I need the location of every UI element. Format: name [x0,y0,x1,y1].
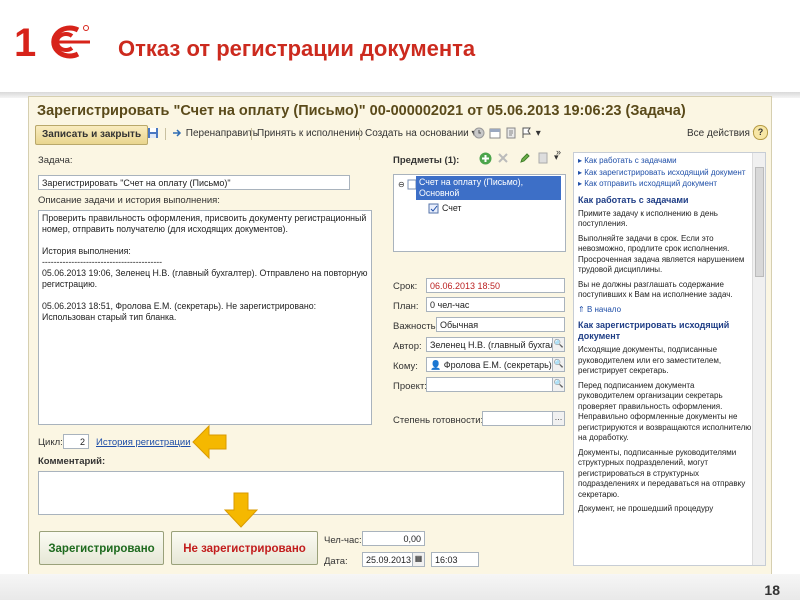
task-field[interactable]: Зарегистрировать "Счет на оплату (Письмо… [38,175,350,190]
help-content: ▸ Как работать с задачами ▸ Как зарегист… [578,156,752,519]
toolbar-separator [359,128,360,140]
toolbar-separator [165,128,166,140]
accept-button[interactable]: Принять к исполнению [257,125,363,143]
project-label: Проект: [393,381,427,392]
project-field[interactable]: 🔍 [426,377,565,392]
hours-label: Чел-час: [324,535,362,546]
hours-field[interactable]: 0,00 [362,531,425,546]
save-icon[interactable] [147,125,159,143]
help-scrollbar[interactable] [752,153,765,565]
ellipsis-icon[interactable]: … [552,412,564,425]
deadline-label: Срок: [393,281,418,292]
date-value: 25.09.2013 [366,555,412,565]
svg-text:1: 1 [14,21,36,64]
deadline-field[interactable]: 06.06.2013 18:50 [426,278,565,293]
cycle-label: Цикл: [38,437,63,448]
create-based-menu[interactable]: Создать на основании ▾ [365,125,477,143]
plan-label: План: [393,301,419,312]
edit-icon[interactable] [519,152,531,167]
redirect-icon [173,129,182,137]
importance-label: Важность: [393,321,439,332]
calendar-icon[interactable] [489,125,501,143]
help-paragraph: Документы, подписанные руководителями ст… [578,447,746,499]
slide-title: Отказ от регистрации документа [118,36,476,61]
task-label: Задача: [38,155,73,166]
toolbar: Записать и закрыть Перенаправить Принять… [35,125,768,145]
description-textarea[interactable]: Проверить правильность оформления, присв… [38,210,372,425]
calendar-icon[interactable]: ▦ [412,553,424,566]
help-paragraph: Перед подписанием документа руководителе… [578,380,752,443]
subject-child-item[interactable]: Счет [442,203,461,213]
subject-item[interactable]: Счет на оплату (Письмо), Основной [416,176,561,200]
search-icon[interactable]: 🔍 [552,338,564,351]
help-button[interactable]: ? [753,125,768,140]
subjects-tree: ⊖ Счет на оплату (Письмо), Основной Счет [393,174,566,252]
window-title: Зарегистрировать "Счет на оплату (Письмо… [37,103,686,119]
registration-history-link[interactable]: История регистрации [96,437,191,448]
user-icon: 👤 [430,360,442,370]
search-icon[interactable]: 🔍 [552,378,564,391]
1c-logo: 1 [14,21,90,64]
chevron-right-icon[interactable]: » [556,147,561,157]
scrollbar-thumb[interactable] [755,167,764,277]
to-start-link[interactable]: ⇑ В начало [578,305,752,316]
date-label: Дата: [324,556,348,567]
flag-icon[interactable]: ▾ [521,125,541,143]
collapse-icon[interactable]: ⊖ [398,180,405,189]
save-close-button[interactable]: Записать и закрыть [35,125,149,145]
page-number: 18 [764,582,780,598]
author-field[interactable]: Зеленец Н.В. (главный бухгалт 🔍 [426,337,565,352]
slide-header: 1 Отказ от регистрации документа [0,0,800,98]
task-state-icon[interactable] [473,125,485,143]
all-actions-label: Все действия [687,128,750,139]
help-heading: Как работать с задачами [578,194,689,205]
comment-label: Комментарий: [38,456,106,467]
help-paragraph: Исходящие документы, подписанные руковод… [578,345,722,375]
author-label: Автор: [393,341,422,352]
time-field[interactable]: 16:03 [431,552,479,567]
to-label: Кому: [393,361,418,372]
to-value: Фролова Е.М. (секретарь) [443,360,552,370]
left-arrow-icon [192,424,227,460]
help-panel: ▸ Как работать с задачами ▸ Как зарегист… [573,152,766,566]
not-registered-button[interactable]: Не зарегистрировано [171,531,318,565]
redirect-label: Перенаправить [185,128,258,139]
date-field[interactable]: 25.09.2013 ▦ [362,552,425,567]
add-subject-icon[interactable] [479,152,492,168]
file-icon [428,203,439,217]
attachment-icon[interactable] [505,125,517,143]
help-paragraph: Вы не должны разглашать содержание посту… [578,279,733,300]
toolbar-separator [251,128,252,140]
plan-field[interactable]: 0 чел-час [426,297,565,312]
all-actions-menu[interactable]: Все действия ▾ [687,125,758,143]
author-value: Зеленец Н.В. (главный бухгалт [430,340,560,350]
help-link[interactable]: ▸ Как зарегистрировать исходящий докумен… [578,168,752,179]
readiness-label: Степень готовности: [393,415,484,426]
comment-textarea[interactable] [38,471,564,515]
cycle-field[interactable]: 2 [63,434,89,449]
readiness-field[interactable]: … [482,411,565,426]
description-label: Описание задачи и история выполнения: [38,195,220,206]
help-paragraph: Примите задачу к исполнению в день посту… [578,208,718,229]
create-based-label: Создать на основании [365,128,469,139]
subjects-label: Предметы (1): [393,155,460,166]
importance-field[interactable]: Обычная [436,317,565,332]
help-link[interactable]: ▸ Как отправить исходящий документ [578,179,752,190]
to-field[interactable]: 👤 Фролова Е.М. (секретарь) 🔍 [426,357,565,372]
slide-footer [0,574,800,600]
task-window: Зарегистрировать "Счет на оплату (Письмо… [28,96,772,576]
registered-button[interactable]: Зарегистрировано [39,531,164,565]
delete-subject-icon[interactable] [497,152,509,167]
help-paragraph: Документ, не прошедший процедуру [578,504,714,513]
down-arrow-icon [224,492,258,528]
search-icon[interactable]: 🔍 [552,358,564,371]
chevron-down-icon: ▾ [535,128,541,139]
redirect-button[interactable]: Перенаправить [171,125,258,143]
subject-doc-icon[interactable] [537,152,549,167]
help-link[interactable]: ▸ Как работать с задачами [578,156,752,167]
help-paragraph: Выполняйте задачи в срок. Если это невоз… [578,233,745,275]
help-heading: Как зарегистрировать исходящий документ [578,320,730,341]
